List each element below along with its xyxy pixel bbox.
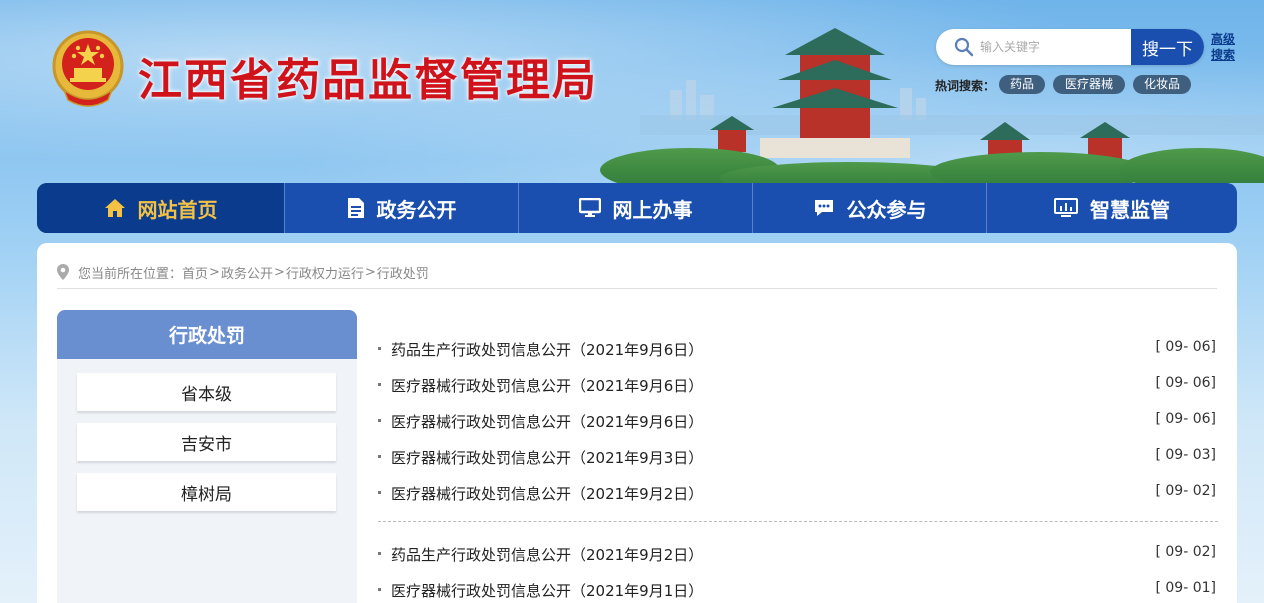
list-item: 医疗器械行政处罚信息公开（2021年9月3日） [ 09- 03] <box>378 445 1218 469</box>
list-item-date: [ 09- 06] <box>1155 411 1216 427</box>
nav-label: 智慧监管 <box>1090 197 1170 222</box>
breadcrumb-admin-penalty[interactable]: 行政处罚 <box>377 263 429 282</box>
breadcrumb-separator: > <box>273 264 285 280</box>
site-title: 江西省药品监督管理局 <box>138 55 598 106</box>
list-item-title[interactable]: 医疗器械行政处罚信息公开（2021年9月6日） <box>391 375 703 396</box>
list-item-title[interactable]: 医疗器械行政处罚信息公开（2021年9月2日） <box>391 483 703 504</box>
hot-tag-drugs[interactable]: 药品 <box>999 75 1045 94</box>
breadcrumb-admin-power[interactable]: 行政权力运行 <box>286 263 364 282</box>
breadcrumb: 您当前所在位置： 首页 > 政务公开 > 行政权力运行 > 行政处罚 <box>56 262 429 282</box>
list-item: 医疗器械行政处罚信息公开（2021年9月1日） [ 09- 01] <box>378 578 1218 602</box>
nav-item-home[interactable]: 网站首页 <box>37 183 285 233</box>
sidebar-title: 行政处罚 <box>57 310 357 359</box>
list-item-date: [ 09- 06] <box>1155 339 1216 355</box>
breadcrumb-government-affairs[interactable]: 政务公开 <box>221 263 273 282</box>
bullet-icon <box>378 588 381 591</box>
bullet-icon <box>378 491 381 494</box>
breadcrumb-separator: > <box>364 264 376 280</box>
list-item-date: [ 09- 06] <box>1155 375 1216 391</box>
breadcrumb-home[interactable]: 首页 <box>182 263 208 282</box>
search-button[interactable]: 搜一下 <box>1131 29 1204 65</box>
hot-tag-cosmetics[interactable]: 化妆品 <box>1133 75 1191 94</box>
sidebar-item-provincial[interactable]: 省本级 <box>77 373 336 411</box>
national-emblem-icon <box>52 30 124 107</box>
site-header: 江西省药品监督管理局 输入关键字 搜一下 高级搜索 热词搜索： 药品 医疗器械 … <box>0 0 1264 183</box>
home-icon <box>104 199 125 217</box>
list-item-date: [ 09- 01] <box>1155 580 1216 596</box>
chat-icon <box>814 200 833 216</box>
list-item: 医疗器械行政处罚信息公开（2021年9月2日） [ 09- 02] <box>378 481 1218 505</box>
list-item-title[interactable]: 医疗器械行政处罚信息公开（2021年9月3日） <box>391 447 703 468</box>
nav-label: 公众参与 <box>846 197 927 222</box>
document-icon <box>347 198 364 218</box>
list-item-date: [ 09- 02] <box>1155 483 1216 499</box>
nav-label: 网上办事 <box>612 197 693 222</box>
hot-search-label: 热词搜索： <box>935 79 996 93</box>
list-group-divider <box>378 521 1218 522</box>
location-pin-icon <box>57 264 69 280</box>
search-icon <box>954 37 974 57</box>
sidebar-item-zhangshu[interactable]: 樟树局 <box>77 473 336 511</box>
hot-tag-medical-devices[interactable]: 医疗器械 <box>1053 75 1125 94</box>
sidebar-item-jian[interactable]: 吉安市 <box>77 423 336 461</box>
bullet-icon <box>378 347 381 350</box>
breadcrumb-separator: > <box>209 264 220 280</box>
advanced-search-link[interactable]: 高级搜索 <box>1211 31 1241 63</box>
nav-item-public-participation[interactable]: 公众参与 <box>753 183 987 233</box>
list-item-title[interactable]: 药品生产行政处罚信息公开（2021年9月6日） <box>391 339 703 360</box>
bullet-icon <box>378 419 381 422</box>
bullet-icon <box>378 455 381 458</box>
dashboard-icon <box>1054 198 1078 217</box>
main-nav: 网站首页 政务公开 网上办事 公众参与 智慧监管 <box>37 183 1237 233</box>
nav-item-smart-supervision[interactable]: 智慧监管 <box>987 183 1237 233</box>
search-input[interactable] <box>980 35 1130 59</box>
breadcrumb-divider <box>57 288 1217 289</box>
breadcrumb-prefix: 您当前所在位置： <box>78 266 183 282</box>
bullet-icon <box>378 552 381 555</box>
list-item-date: [ 09- 03] <box>1155 447 1216 463</box>
list-item-date: [ 09- 02] <box>1155 544 1216 560</box>
list-item: 药品生产行政处罚信息公开（2021年9月2日） [ 09- 02] <box>378 542 1218 566</box>
nav-item-government-affairs[interactable]: 政务公开 <box>285 183 519 233</box>
list-item: 药品生产行政处罚信息公开（2021年9月6日） [ 09- 06] <box>378 337 1218 361</box>
list-item-title[interactable]: 医疗器械行政处罚信息公开（2021年9月6日） <box>391 411 703 432</box>
list-item: 医疗器械行政处罚信息公开（2021年9月6日） [ 09- 06] <box>378 373 1218 397</box>
list-item: 医疗器械行政处罚信息公开（2021年9月6日） [ 09- 06] <box>378 409 1218 433</box>
nav-label: 政务公开 <box>376 197 457 222</box>
nav-label: 网站首页 <box>137 197 218 222</box>
bullet-icon <box>378 383 381 386</box>
list-item-title[interactable]: 医疗器械行政处罚信息公开（2021年9月1日） <box>391 580 703 601</box>
monitor-icon <box>578 198 601 217</box>
list-item-title[interactable]: 药品生产行政处罚信息公开（2021年9月2日） <box>391 544 703 565</box>
nav-item-online-services[interactable]: 网上办事 <box>519 183 753 233</box>
